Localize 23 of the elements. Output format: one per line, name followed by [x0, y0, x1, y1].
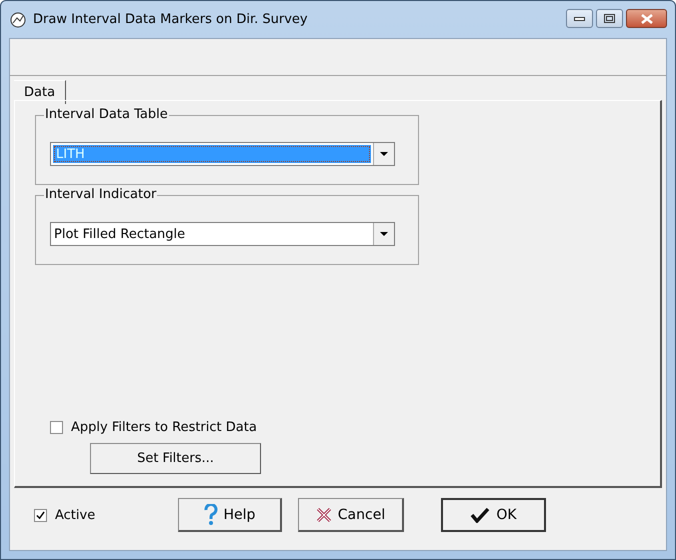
set-filters-button[interactable]: Set Filters... — [90, 443, 261, 474]
restore-icon — [604, 14, 615, 23]
checkbox[interactable] — [34, 508, 47, 522]
close-icon — [640, 14, 652, 24]
cross-icon — [316, 506, 332, 522]
minimize-button[interactable] — [566, 9, 593, 28]
checkbox[interactable] — [50, 421, 63, 434]
ok-button[interactable]: OK — [441, 498, 546, 532]
cancel-button[interactable]: Cancel — [298, 498, 404, 532]
dropdown[interactable]: Plot Filled Rectangle — [50, 222, 395, 246]
question-mark-icon — [204, 504, 218, 526]
help-button[interactable]: Help — [178, 498, 282, 532]
tab[interactable]: Data — [14, 80, 66, 104]
dropdown-arrow-icon — [380, 232, 388, 236]
checkmark-icon — [470, 507, 490, 523]
window-title: Draw Interval Data Markers on Dir. Survey — [33, 12, 309, 27]
maximize-button[interactable] — [596, 9, 623, 28]
close-button[interactable] — [626, 9, 667, 28]
dropdown-arrow-icon — [380, 152, 388, 156]
minimize-icon — [574, 16, 585, 20]
checkbox-label: Apply Filters to Restrict Data — [71, 420, 257, 435]
app-icon — [9, 10, 27, 28]
checkbox-label: Active — [55, 508, 96, 522]
